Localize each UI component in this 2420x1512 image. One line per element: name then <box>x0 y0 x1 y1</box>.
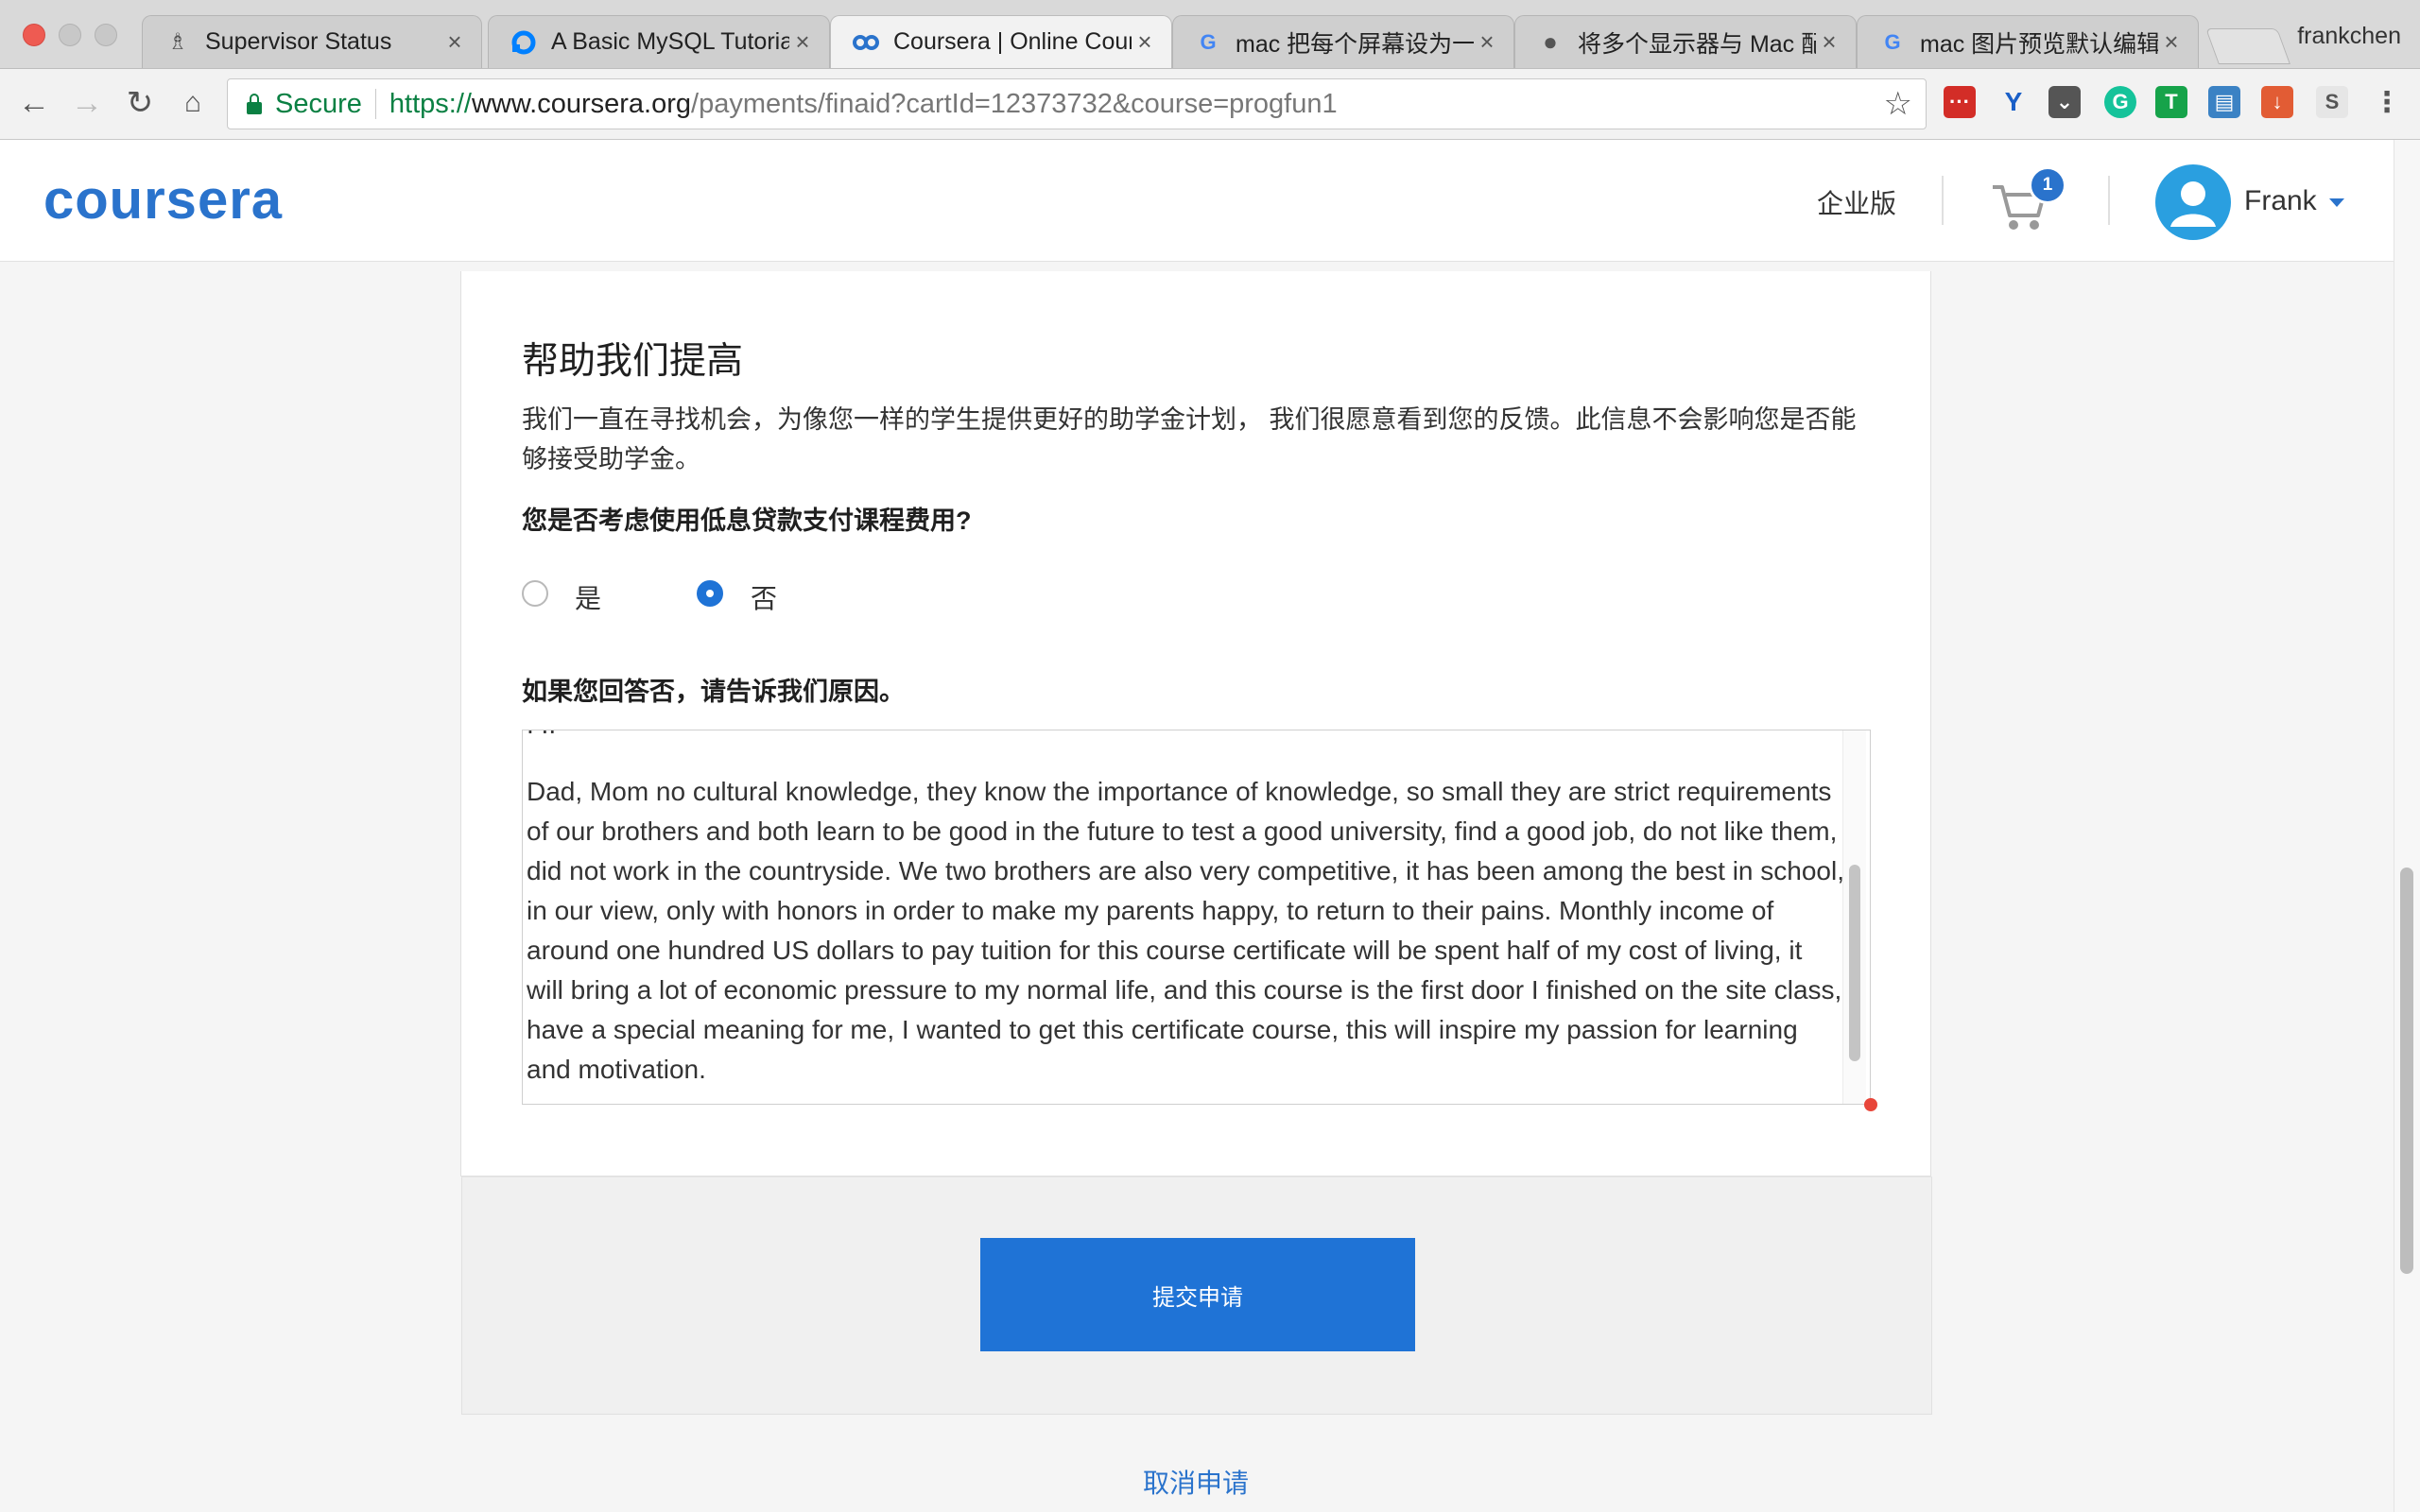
url-text[interactable]: https://www.coursera.org/payments/finaid… <box>389 89 1338 120</box>
browser-toolbar: ← → ↻ ⌂ Secure https://www.coursera.org/… <box>0 69 2420 140</box>
maximize-window-button[interactable] <box>95 24 117 46</box>
close-tab-icon[interactable]: × <box>1474 27 1500 57</box>
shield-extension-icon[interactable]: T <box>2155 86 2187 118</box>
secure-label: Secure <box>275 88 362 119</box>
apple-icon: ● <box>1543 27 1558 56</box>
address-bar[interactable]: Secure https://www.coursera.org/payments… <box>227 78 1927 129</box>
textarea-scroll-thumb[interactable] <box>1849 865 1860 1061</box>
feedback-card: 帮助我们提高 我们一直在寻找机会，为像您一样的学生提供更好的助学金计划， 我们很… <box>460 271 1932 1415</box>
scrolled-text-fragment: . .. <box>527 730 556 740</box>
cart-count-badge: 1 <box>2029 166 2066 204</box>
tab-title: mac 把每个屏幕设为一个空间 <box>1236 30 1474 58</box>
tab-supervisor[interactable]: ♗ Supervisor Status × <box>142 15 482 68</box>
tab-title: A Basic MySQL Tutorial <box>551 28 789 55</box>
url-host: www.coursera.org <box>471 88 692 119</box>
browser-tab-bar: ♗ Supervisor Status × A Basic MySQL Tuto… <box>0 0 2420 69</box>
textarea-scrollbar[interactable] <box>1842 730 1866 1104</box>
enterprise-link[interactable]: 企业版 <box>1817 183 1896 221</box>
chevron-down-icon[interactable] <box>2329 198 2344 207</box>
page-scrollbar[interactable] <box>2394 140 2420 1512</box>
bookmark-star-icon[interactable]: ☆ <box>1884 85 1912 123</box>
page-scroll-thumb[interactable] <box>2400 868 2413 1274</box>
tab-mysql-tutorial[interactable]: A Basic MySQL Tutorial × <box>488 15 830 68</box>
menu-icon[interactable]: ⋮ <box>2371 86 2403 118</box>
minimize-window-button[interactable] <box>59 24 81 46</box>
submit-button[interactable]: 提交申请 <box>980 1238 1415 1351</box>
vpn-extension-icon[interactable]: Y <box>1997 86 2030 118</box>
reason-question: 如果您回答否，请告诉我们原因。 <box>522 678 905 706</box>
close-tab-icon[interactable]: × <box>789 27 816 57</box>
cancel-link[interactable]: 取消申请 <box>1097 1463 1295 1501</box>
url-scheme: https:// <box>389 88 472 119</box>
google-icon: G <box>1200 29 1217 54</box>
user-name[interactable]: Frank <box>2244 185 2317 217</box>
s-extension-icon[interactable]: S <box>2316 86 2348 118</box>
pocket-extension-icon[interactable]: ⌄ <box>2048 86 2081 118</box>
intro-text: 我们一直在寻找机会，为像您一样的学生提供更好的助学金计划， 我们很愿意看到您的反… <box>522 405 1857 473</box>
coursera-icon <box>852 28 880 57</box>
forward-button[interactable]: → <box>68 84 106 122</box>
tab-apple-support[interactable]: ● 将多个显示器与 Mac 配合使用 × <box>1514 15 1857 68</box>
tab-title: Coursera | Online Courses <box>893 28 1132 55</box>
divider <box>374 89 376 119</box>
digitalocean-icon <box>510 28 538 57</box>
lastpass-extension-icon[interactable]: ··· <box>1944 86 1976 118</box>
section-heading: 帮助我们提高 <box>522 341 744 382</box>
close-window-button[interactable] <box>23 24 45 46</box>
back-button[interactable]: ← <box>15 84 53 122</box>
user-avatar-icon[interactable] <box>2155 164 2231 240</box>
grammarly-extension-icon[interactable]: G <box>2104 86 2136 118</box>
tab-title: 将多个显示器与 Mac 配合使用 <box>1578 30 1816 58</box>
header-divider <box>1942 176 1944 225</box>
radio-yes[interactable] <box>522 580 548 607</box>
radio-yes-label[interactable]: 是 <box>575 578 601 616</box>
form-actions: 提交申请 <box>461 1177 1932 1415</box>
tab-title: mac 图片预览默认编辑 <box>1920 30 2158 58</box>
radio-no[interactable] <box>697 580 723 607</box>
browser-profile-name[interactable]: frankchen <box>2297 23 2401 50</box>
tab-title: Supervisor Status <box>205 28 392 55</box>
site-header: coursera 企业版 1 Frank <box>0 140 2394 262</box>
tab-coursera[interactable]: Coursera | Online Courses × <box>830 15 1172 68</box>
reload-button[interactable]: ↻ <box>121 84 159 122</box>
reason-textarea[interactable]: . .. Dad, Mom no cultural knowledge, the… <box>522 730 1871 1105</box>
close-tab-icon[interactable]: × <box>1816 27 1842 57</box>
url-path: /payments/finaid?cartId=12373732&course=… <box>691 88 1338 119</box>
loan-question: 您是否考虑使用低息贷款支付课程费用? <box>522 507 972 535</box>
coursera-logo[interactable]: coursera <box>43 168 283 232</box>
grammarly-status-dot[interactable] <box>1864 1098 1877 1111</box>
new-tab-button[interactable] <box>2205 28 2290 64</box>
lock-icon <box>247 93 262 114</box>
home-button[interactable]: ⌂ <box>174 84 212 122</box>
tab-google-search-2[interactable]: G mac 图片预览默认编辑 × <box>1857 15 2199 68</box>
header-divider <box>2108 176 2110 225</box>
close-tab-icon[interactable]: × <box>2158 27 2185 57</box>
tab-google-search-1[interactable]: G mac 把每个屏幕设为一个空间 × <box>1172 15 1514 68</box>
close-tab-icon[interactable]: × <box>441 27 468 57</box>
google-icon: G <box>1884 29 1901 54</box>
reader-extension-icon[interactable]: ▤ <box>2208 86 2240 118</box>
reason-text: Dad, Mom no cultural knowledge, they kno… <box>527 777 1844 1084</box>
radio-no-label[interactable]: 否 <box>751 578 777 616</box>
close-tab-icon[interactable]: × <box>1132 27 1158 57</box>
download-extension-icon[interactable]: ↓ <box>2261 86 2293 118</box>
supervisor-icon: ♗ <box>167 29 188 55</box>
